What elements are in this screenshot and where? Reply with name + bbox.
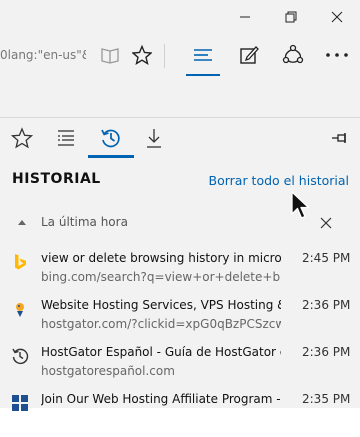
history-item-time: 2:35 PM	[302, 392, 351, 406]
history-item[interactable]: view or delete browsing history in micro…	[0, 249, 360, 296]
collapse-caret-icon[interactable]	[18, 219, 26, 225]
reading-view-icon[interactable]	[93, 38, 127, 72]
history-item-url: bing.com/search?q=view+or+delete+browsin…	[41, 270, 281, 284]
minimize-icon[interactable]	[222, 0, 268, 34]
history-icon[interactable]	[91, 120, 131, 156]
more-icon[interactable]	[320, 38, 354, 72]
page-area	[0, 77, 360, 119]
history-item[interactable]: HostGator Español - Guía de HostGator en…	[0, 343, 360, 390]
reading-list-icon[interactable]	[46, 120, 86, 156]
web-note-icon[interactable]	[232, 38, 266, 72]
history-item-title: HostGator Español - Guía de HostGator en…	[41, 345, 281, 359]
star-outline-icon[interactable]	[2, 120, 42, 156]
history-item-time: 2:45 PM	[302, 251, 351, 265]
close-icon[interactable]	[314, 0, 360, 34]
bing-favicon	[15, 254, 26, 270]
restore-icon[interactable]	[268, 0, 314, 34]
toolbar-separator	[164, 44, 165, 68]
hub-active-indicator	[186, 74, 220, 76]
hub-panel: HISTORIAL Borrar todo el historial La úl…	[0, 117, 360, 411]
pin-icon[interactable]	[320, 120, 360, 156]
history-heading: HISTORIAL	[12, 171, 101, 187]
hub-icon[interactable]	[186, 38, 220, 72]
history-item-title: view or delete browsing history in micro…	[41, 251, 281, 265]
history-item[interactable]: Join Our Web Hosting Affiliate Program -…	[0, 390, 360, 437]
history-generic-icon	[12, 348, 29, 365]
share-icon[interactable]	[276, 38, 310, 72]
hostgator-favicon	[16, 303, 24, 317]
history-group-label: La última hora	[41, 215, 128, 229]
title-bar	[0, 0, 360, 36]
history-item-title: Join Our Web Hosting Affiliate Program -…	[41, 392, 281, 406]
hub-tabs	[0, 118, 360, 158]
delete-group-icon[interactable]	[320, 217, 332, 229]
history-tab-indicator	[88, 155, 134, 158]
history-item-time: 2:36 PM	[302, 345, 351, 359]
toolbar: 0lang:"en-us"&	[0, 36, 360, 77]
history-item-url: hostgator.com/?clickid=xpG0qBzPCSzcww	[41, 317, 281, 331]
star-icon[interactable]	[125, 38, 159, 72]
history-item-url: hostgatorespañol.com	[41, 364, 175, 378]
download-icon[interactable]	[134, 120, 174, 156]
history-item[interactable]: Website Hosting Services, VPS Hosting & …	[0, 296, 360, 343]
address-bar[interactable]: 0lang:"en-us"&	[0, 44, 86, 66]
history-item-title: Website Hosting Services, VPS Hosting & …	[41, 298, 281, 312]
hostgator-favicon	[12, 395, 28, 411]
history-item-time: 2:36 PM	[302, 298, 351, 312]
clear-history-link[interactable]: Borrar todo el historial	[209, 173, 350, 188]
mouse-cursor-icon	[291, 191, 310, 219]
